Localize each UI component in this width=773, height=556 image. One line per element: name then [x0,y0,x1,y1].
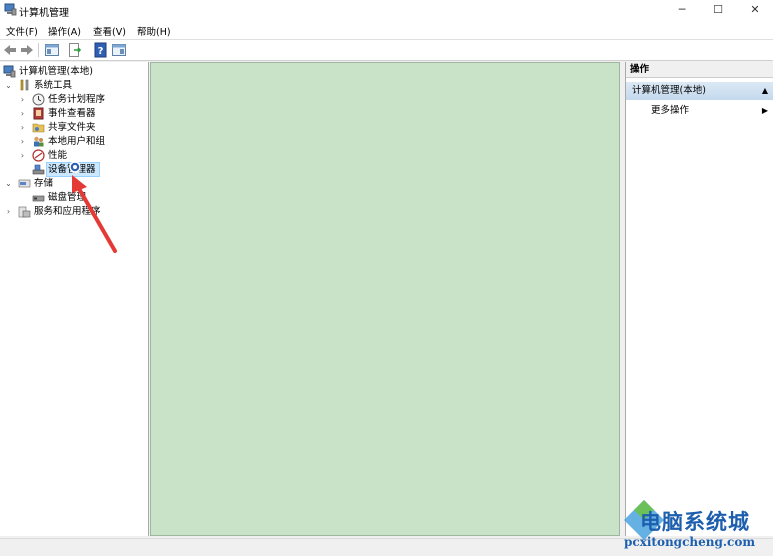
more-actions-label: 更多操作 [651,105,690,116]
close-button[interactable]: ✕ [736,0,773,21]
device-manager-icon [32,164,45,175]
tree-label: 共享文件夹 [48,122,96,133]
more-actions-item[interactable]: 更多操作 ▶ [626,103,773,118]
toolbar: ? [0,40,773,61]
show-hide-console-tree-icon[interactable] [44,42,60,58]
forward-arrow-icon[interactable] [19,42,35,58]
clock-icon [32,93,45,106]
tree-item-computer-management[interactable]: 计算机管理(本地) [2,65,146,78]
chevron-right-icon[interactable]: › [18,107,27,120]
event-viewer-icon [33,107,44,120]
watermark: 电脑系统城 pcxitongcheng.com [622,500,773,555]
title-bar: 计算机管理 ─ ☐ ✕ [0,0,773,21]
tree-label: 存储 [34,178,54,189]
collapse-up-icon[interactable]: ▲ [762,82,768,100]
window-title: 计算机管理 [19,8,69,19]
tree-label: 系统工具 [34,80,73,91]
chevron-right-icon[interactable]: › [4,205,13,218]
tree-item-system-tools[interactable]: ⌄ 系统工具 [4,79,144,92]
action-section-label: 计算机管理(本地) [632,85,706,96]
tree-item-event-viewer[interactable]: › 事件查看器 [18,107,146,120]
tree-label: 本地用户和组 [48,136,106,147]
services-icon [18,206,31,218]
back-arrow-icon[interactable] [2,42,18,58]
tree-item-task-scheduler[interactable]: › 任务计划程序 [18,93,146,106]
tree-item-local-users-groups[interactable]: › 本地用户和组 [18,135,146,148]
tree-item-shared-folders[interactable]: › 共享文件夹 [18,121,146,134]
tree-label: 任务计划程序 [48,94,106,105]
result-pane [150,62,620,536]
storage-icon [18,179,31,188]
computer-management-icon [4,3,17,16]
toolbar-separator [38,43,39,57]
minimize-button[interactable]: ─ [663,0,701,21]
users-icon [34,136,44,147]
shared-folder-icon [32,123,45,133]
chevron-right-icon[interactable]: › [18,121,27,134]
menu-help[interactable]: 帮助(H) [137,24,171,38]
performance-icon [32,149,45,162]
watermark-title: 电脑系统城 [640,509,750,534]
watermark-url: pcxitongcheng.com [624,535,756,549]
tree-label: 事件查看器 [48,108,96,119]
chevron-right-icon: ▶ [761,106,768,115]
svg-text:?: ? [98,46,104,57]
chevron-down-icon[interactable]: ⌄ [4,177,13,190]
disk-icon [32,195,45,202]
menu-file[interactable]: 文件(F) [6,24,38,38]
help-icon[interactable]: ? [93,42,109,58]
action-section-computer-management[interactable]: 计算机管理(本地) ▲ [626,82,773,100]
chevron-right-icon[interactable]: › [18,135,27,148]
menu-view[interactable]: 查看(V) [93,24,126,38]
menu-action[interactable]: 操作(A) [48,24,81,38]
annotation-arrow [69,161,117,253]
chevron-right-icon[interactable]: › [18,149,27,162]
tools-icon [20,79,29,91]
maximize-button[interactable]: ☐ [699,0,737,21]
console-tree: 计算机管理(本地) ⌄ 系统工具 › 任务计划程序 › 事件查看器 › 共享文件… [0,62,149,536]
export-list-icon[interactable] [67,42,83,58]
show-hide-action-pane-icon[interactable] [111,42,127,58]
menu-bar: 文件(F) 操作(A) 查看(V) 帮助(H) [0,21,773,40]
action-pane: 操作 计算机管理(本地) ▲ 更多操作 ▶ [625,62,773,536]
chevron-down-icon[interactable]: ⌄ [4,79,13,92]
tree-label: 计算机管理(本地) [19,66,93,77]
chevron-right-icon[interactable]: › [18,93,27,106]
computer-management-icon [3,65,16,78]
action-pane-header: 操作 [626,62,773,78]
